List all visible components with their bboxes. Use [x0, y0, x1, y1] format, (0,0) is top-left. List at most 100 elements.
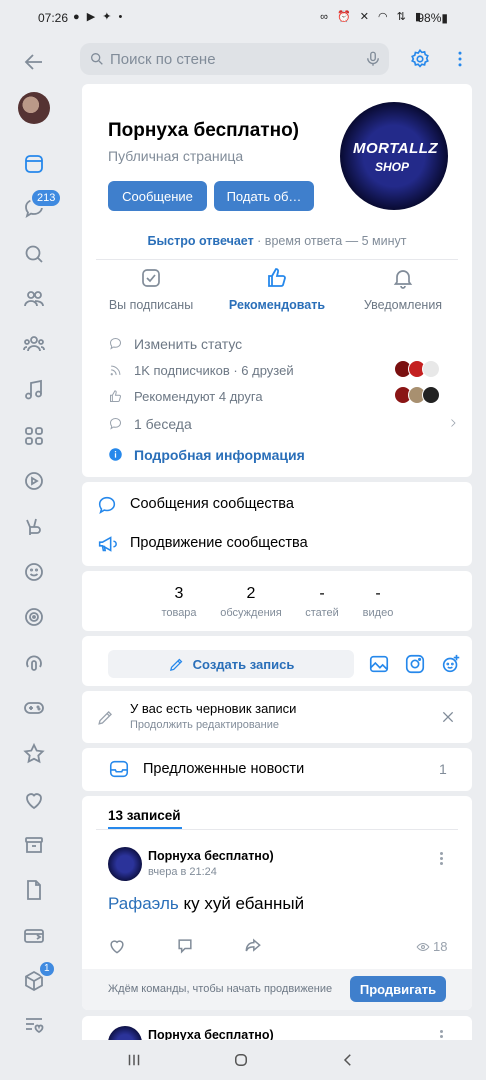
details-link: Подробная информация — [134, 447, 305, 463]
friends-icon[interactable] — [20, 285, 48, 313]
promotion-label: Продвижение сообщества — [130, 535, 308, 551]
group-type: Публичная страница — [108, 148, 244, 164]
recommend-label: Рекомендовать — [228, 298, 326, 312]
create-post-card: Создать запись — [82, 636, 472, 686]
microphone-icon[interactable] — [364, 50, 382, 68]
chat-icon — [109, 417, 122, 430]
more-menu-icon[interactable] — [445, 44, 475, 74]
clips-icon[interactable] — [20, 513, 48, 541]
search-icon[interactable] — [20, 240, 48, 268]
group-avatar[interactable]: MORTALLZ SHOP — [340, 102, 448, 210]
video-icon[interactable] — [20, 467, 48, 495]
speech-bubble-icon — [109, 337, 122, 350]
avatar-logo-subtext: SHOP — [375, 160, 410, 174]
services-icon[interactable] — [20, 422, 48, 450]
feed-settings-icon[interactable] — [20, 1011, 48, 1039]
subscribers-text: 1K подписчиков · 6 друзей — [134, 363, 294, 378]
notifications-label: Уведомления — [363, 298, 443, 312]
fast-reply-label: Быстро отвечает — [147, 234, 254, 248]
post-card: 13 записей Порнуха бесплатно) вчера в 21… — [82, 796, 472, 1010]
likes-icon[interactable] — [20, 786, 48, 814]
response-time: Быстро отвечает · время ответа — 5 минут — [82, 234, 472, 248]
clock: 07:26 — [38, 11, 69, 25]
bell-icon — [393, 270, 413, 289]
home-icon[interactable] — [232, 1051, 250, 1069]
chevron-right-icon — [451, 419, 456, 427]
group-header-card: Порнуха бесплатно) Публичная страница MO… — [82, 84, 472, 477]
post-author[interactable]: Порнуха бесплатно) — [148, 849, 274, 863]
avatar-logo-text: MORTALLZ — [353, 140, 439, 157]
message-button[interactable]: Сообщение — [108, 181, 207, 211]
share-icon[interactable] — [243, 936, 263, 956]
recent-apps-icon[interactable] — [125, 1051, 143, 1069]
group-name: Порнуха бесплатно) — [108, 120, 300, 141]
search-placeholder: Поиск по стене — [110, 51, 216, 68]
community-messages-label: Сообщения сообщества — [130, 496, 294, 512]
chats-row[interactable]: 1 беседа — [108, 416, 458, 432]
suggested-news-card[interactable]: Предложенные новости 1 — [82, 748, 472, 791]
promote-button[interactable]: Продвигать — [350, 976, 446, 1002]
views-eye-icon — [416, 942, 430, 952]
community-promotion-row[interactable]: Продвижение сообщества — [96, 533, 456, 557]
create-post-button[interactable]: Создать запись — [108, 650, 354, 678]
documents-icon[interactable] — [20, 876, 48, 904]
add-clip-icon[interactable] — [440, 653, 462, 675]
system-navigation-bar — [0, 1040, 486, 1080]
post-author-avatar[interactable] — [108, 847, 142, 881]
story-icon[interactable] — [404, 653, 426, 675]
close-icon[interactable] — [440, 709, 456, 725]
post-body: ку хуй ебанный — [178, 894, 305, 913]
post-menu-icon[interactable] — [440, 852, 444, 866]
checkbox-icon — [142, 269, 160, 287]
recommendations-text: Рекомендуют 4 друга — [134, 389, 263, 404]
communities-icon[interactable] — [20, 330, 48, 358]
profile-avatar[interactable] — [18, 92, 50, 124]
payments-icon[interactable] — [20, 922, 48, 950]
notification-icons: ● ▶ ✦ • — [73, 11, 125, 23]
rss-icon — [110, 365, 121, 376]
submit-news-button[interactable]: Подать об… — [214, 181, 314, 211]
archive-icon[interactable] — [20, 831, 48, 859]
photo-icon[interactable] — [368, 653, 390, 675]
news-icon[interactable] — [20, 150, 48, 178]
games-icon[interactable] — [20, 694, 48, 722]
settings-gear-icon[interactable] — [405, 44, 435, 74]
create-post-label: Создать запись — [192, 656, 295, 672]
posts-tab[interactable]: 13 записей — [108, 808, 181, 823]
community-menu-card: Сообщения сообщества Продвижение сообщес… — [82, 482, 472, 566]
community-messages-row[interactable]: Сообщения сообщества — [96, 494, 456, 518]
side-navigation: 213 1 — [0, 36, 68, 1040]
search-field[interactable]: Поиск по стене — [80, 43, 389, 75]
views-count: 18 — [433, 939, 448, 954]
draft-card[interactable]: У вас есть черновик записи Продолжить ре… — [82, 691, 472, 743]
like-icon[interactable] — [107, 936, 127, 956]
back-arrow-icon[interactable] — [20, 48, 48, 76]
friend-avatar — [422, 360, 440, 378]
suggested-news-count: 1 — [439, 761, 447, 777]
podcasts-icon[interactable] — [20, 649, 48, 677]
change-status-text: Изменить статус — [134, 336, 243, 352]
discussions-counter[interactable]: 2 обсуждения — [211, 585, 291, 619]
inbox-icon — [109, 760, 129, 778]
status-bar: 07:26 ● ▶ ✦ • ∞ ⏰ ✕ ◠ ⇅ ▮ 98%▮ — [0, 0, 486, 36]
videos-counter[interactable]: - видео — [338, 585, 418, 619]
target-icon[interactable] — [20, 603, 48, 631]
post-mention-link[interactable]: Рафаэль — [108, 894, 179, 913]
search-icon — [91, 53, 103, 65]
draft-title: У вас есть черновик записи — [130, 701, 297, 716]
notifications-action[interactable]: Уведомления — [343, 266, 463, 312]
stickers-icon[interactable] — [20, 558, 48, 586]
recommend-action[interactable]: Рекомендовать — [217, 266, 337, 312]
thumbs-up-icon — [268, 268, 286, 287]
battery-indicator: 98%▮ — [417, 11, 448, 25]
pencil-icon — [169, 658, 183, 671]
promotion-text: Ждём команды, чтобы начать продвижение — [108, 983, 333, 995]
counter-value: 2 — [246, 585, 256, 602]
music-icon[interactable] — [20, 376, 48, 404]
system-back-icon[interactable] — [339, 1051, 357, 1069]
products-counter[interactable]: 3 товара — [139, 585, 219, 619]
comment-icon[interactable] — [175, 936, 195, 956]
counter-value: 3 — [174, 585, 184, 602]
subscribed-action[interactable]: Вы подписаны — [91, 266, 211, 312]
bookmarks-icon[interactable] — [20, 740, 48, 768]
